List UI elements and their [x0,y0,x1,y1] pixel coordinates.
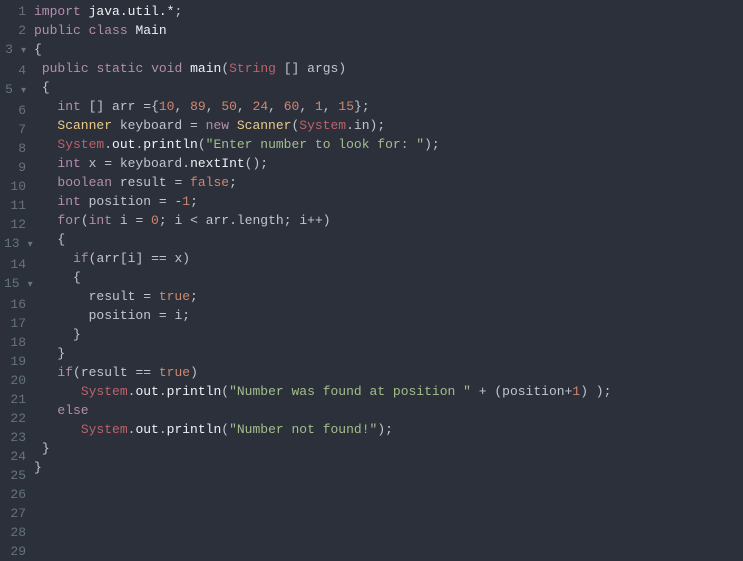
line-number: 21 [4,390,26,409]
system-ref: System [299,118,346,133]
code-line[interactable]: System.out.println("Enter number to look… [34,135,743,154]
line-number: 28 [4,523,26,542]
code-line[interactable]: public class Main [34,21,743,40]
keyword-class: class [89,23,128,38]
line-number: 9 [4,158,26,177]
code-line[interactable]: if(arr[i] == x) [34,249,743,268]
line-number: 17 [4,314,26,333]
class-name: Main [135,23,166,38]
line-number: 6 [4,101,26,120]
brace-open: { [34,42,42,57]
code-line[interactable]: boolean result = false; [34,173,743,192]
line-number: 20 [4,371,26,390]
line-number: 13 ▾ [4,234,26,255]
code-line[interactable]: { [34,230,743,249]
line-number: 26 [4,485,26,504]
string-literal: "Enter number to look for: " [206,137,424,152]
line-number: 2 [4,21,26,40]
code-line[interactable]: public static void main(String [] args) [34,59,743,78]
type-string: String [229,61,276,76]
fold-icon[interactable]: ▾ [13,86,26,97]
code-line[interactable]: import java.util.*; [34,2,743,21]
code-line[interactable]: int position = -1; [34,192,743,211]
line-number: 23 [4,428,26,447]
code-area[interactable]: import java.util.*; public class Main { … [34,0,743,552]
code-line[interactable]: result = true; [34,287,743,306]
line-number: 1 [4,2,26,21]
code-line[interactable]: int x = keyboard.nextInt(); [34,154,743,173]
line-number: 4 [4,61,26,80]
code-line[interactable]: System.out.println("Number was found at … [34,382,743,401]
fold-icon[interactable]: ▾ [20,280,33,291]
line-number: 8 [4,139,26,158]
line-number: 10 [4,177,26,196]
fold-icon[interactable]: ▾ [13,46,26,57]
fold-icon[interactable]: ▾ [20,240,33,251]
keyword-public: public [34,23,81,38]
code-line[interactable]: { [34,78,743,97]
code-line[interactable]: for(int i = 0; i < arr.length; i++) [34,211,743,230]
code-line[interactable]: else [34,401,743,420]
method-name: main [190,61,221,76]
line-number-gutter: 123 ▾45 ▾678910111213 ▾1415 ▾16171819202… [0,0,34,552]
package-name: java.util.* [89,4,175,19]
line-number: 22 [4,409,26,428]
code-line[interactable]: Scanner keyboard = new Scanner(System.in… [34,116,743,135]
code-line[interactable]: } [34,344,743,363]
code-editor[interactable]: 123 ▾45 ▾678910111213 ▾1415 ▾16171819202… [0,0,743,552]
code-line[interactable]: if(result == true) [34,363,743,382]
line-number: 18 [4,333,26,352]
code-line[interactable]: } [34,458,743,477]
line-number: 11 [4,196,26,215]
line-number: 25 [4,466,26,485]
code-line[interactable]: position = i; [34,306,743,325]
line-number: 19 [4,352,26,371]
code-line[interactable]: } [34,439,743,458]
code-line[interactable]: { [34,268,743,287]
line-number: 14 [4,255,26,274]
line-number: 5 ▾ [4,80,26,101]
line-number: 15 ▾ [4,274,26,295]
line-number: 27 [4,504,26,523]
line-number: 16 [4,295,26,314]
code-line[interactable]: System.out.println("Number not found!"); [34,420,743,439]
line-number: 3 ▾ [4,40,26,61]
code-line[interactable]: { [34,40,743,59]
keyword-import: import [34,4,81,19]
line-number: 24 [4,447,26,466]
code-line[interactable]: int [] arr ={10, 89, 50, 24, 60, 1, 15}; [34,97,743,116]
line-number: 7 [4,120,26,139]
line-number: 12 [4,215,26,234]
type-scanner: Scanner [57,118,112,133]
code-line[interactable]: } [34,325,743,344]
